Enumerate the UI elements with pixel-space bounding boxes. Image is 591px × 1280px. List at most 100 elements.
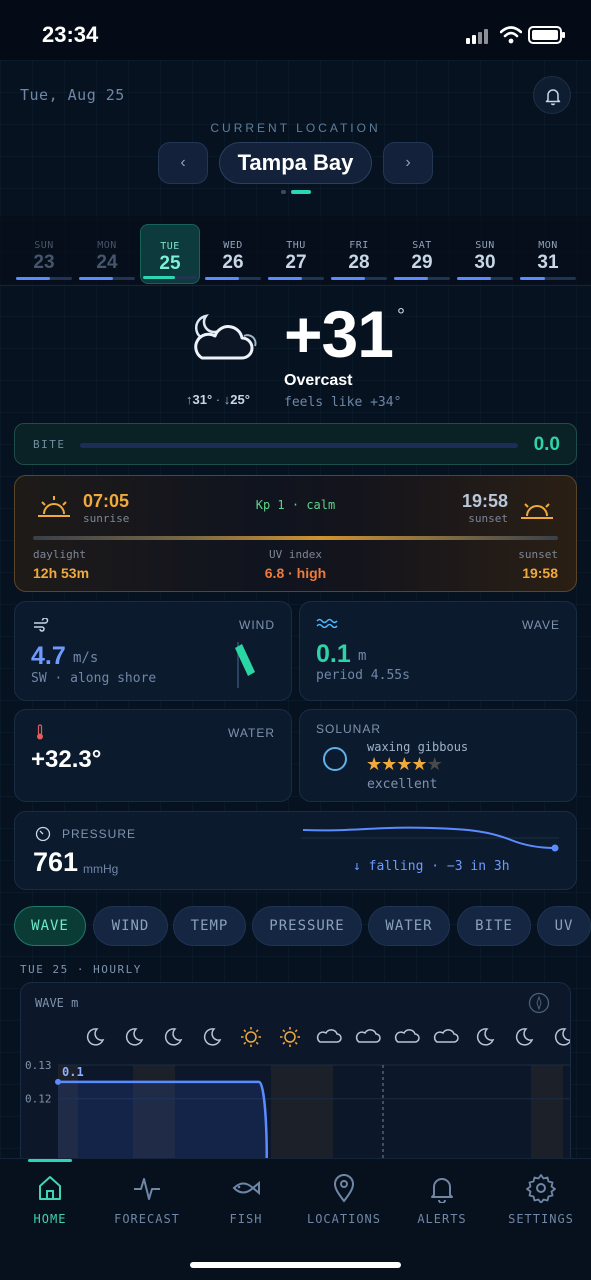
day-number: 29 [411, 252, 433, 273]
star-icon: ★ [366, 754, 382, 774]
sunrise-label: sunrise [83, 512, 130, 525]
moon-icon [203, 1028, 222, 1046]
moon-icon [554, 1028, 570, 1046]
day-of-week: MON [97, 240, 117, 251]
chip-uv[interactable]: UV [537, 906, 591, 946]
location-name[interactable]: Tampa Bay [219, 142, 372, 184]
bite-value: 0.0 [533, 434, 560, 455]
battery-icon [528, 26, 565, 44]
water-card[interactable]: WATER +32.3° [14, 709, 292, 802]
day-score-bar [457, 277, 513, 280]
wind-unit: m/s [73, 650, 99, 666]
data-point [55, 1078, 61, 1085]
day-tab-23[interactable]: SUN 23 [14, 224, 74, 284]
solunar-title: SOLUNAR [316, 722, 382, 736]
nav-locations[interactable]: LOCATIONS [299, 1173, 389, 1226]
page-dot-active [291, 190, 311, 194]
pressure-value: 761 [33, 847, 79, 877]
next-location-button[interactable]: › [383, 142, 433, 184]
chip-wind[interactable]: WIND [93, 906, 168, 946]
day-tab-24[interactable]: MON 24 [77, 224, 137, 284]
notifications-button[interactable] [533, 76, 571, 114]
gear-icon [526, 1174, 556, 1204]
day-number: 24 [96, 252, 118, 273]
day-tab-26[interactable]: WED 26 [203, 224, 263, 284]
day-of-week: SUN [34, 240, 54, 251]
sunset-label: sunset [468, 512, 508, 525]
high-temp: 31° [192, 392, 213, 407]
day-score-bar [16, 277, 72, 280]
y-tick-label: 0.13 [25, 1059, 52, 1072]
chip-temp[interactable]: TEMP [173, 906, 246, 946]
bite-card[interactable]: BITE 0.0 [14, 423, 577, 465]
wave-icon [316, 618, 338, 628]
moon-icon [476, 1028, 495, 1046]
uv-value: 6.8 · high [264, 565, 327, 581]
sunset-icon [521, 503, 553, 519]
chip-bite[interactable]: BITE [457, 906, 531, 946]
location-caption: CURRENT LOCATION [210, 121, 381, 135]
home-indicator [190, 1262, 401, 1268]
day-tab-28[interactable]: FRI 28 [329, 224, 389, 284]
cellular-signal-icon [466, 28, 490, 44]
moon-icon [86, 1028, 105, 1046]
solunar-card[interactable]: SOLUNAR waxing gibbous ★★★★★ excellent [299, 709, 577, 802]
sun-icon [280, 1027, 300, 1047]
chip-pressure[interactable]: PRESSURE [252, 906, 362, 946]
pressure-trend: ↓ falling · −3 in 3h [353, 859, 510, 874]
day-score-bar [79, 277, 135, 280]
day-tab-29[interactable]: SAT 29 [392, 224, 452, 284]
bite-progress-bar [80, 443, 518, 448]
degree-symbol: ° [397, 305, 405, 327]
day-tab-31[interactable]: MON 31 [518, 224, 578, 284]
pressure-title: PRESSURE [62, 827, 137, 841]
nav-alerts[interactable]: ALERTS [397, 1173, 487, 1226]
day-score-bar [331, 277, 387, 280]
separator: · [215, 392, 224, 407]
gauge-icon [35, 826, 51, 842]
day-score-bar [394, 277, 450, 280]
wave-card[interactable]: WAVE 0.1 m period 4.55s [299, 601, 577, 701]
bell-icon [545, 89, 561, 106]
moon-phase: waxing gibbous [367, 740, 469, 754]
day-of-week: TUE [160, 241, 180, 252]
wave-title: WAVE [521, 618, 560, 632]
current-date: Tue, Aug 25 [20, 86, 125, 104]
nav-settings[interactable]: SETTINGS [496, 1173, 586, 1226]
day-number: 26 [222, 252, 244, 273]
day-number: 28 [348, 252, 370, 273]
compass-icon[interactable] [528, 992, 550, 1014]
pressure-card[interactable]: PRESSURE 761 mmHg ↓ falling · −3 in 3h [14, 811, 577, 890]
water-title: WATER [228, 726, 275, 740]
nav-forecast[interactable]: FORECAST [102, 1173, 192, 1226]
chip-wave[interactable]: WAVE [14, 906, 86, 946]
day-selector: SUN 23 MON 24 TUE 25 WED 26 THU 27 FRI 28 SAT 29 SUN 30… [0, 216, 591, 286]
sunset-value-bottom: 19:58 [522, 565, 558, 581]
sun-card[interactable]: 07:05 sunrise Kp 1 · calm 19:58 sunset d… [14, 475, 577, 592]
previous-location-button[interactable]: ‹ [158, 142, 208, 184]
solunar-quality: excellent [367, 777, 438, 792]
day-tab-25[interactable]: TUE 25 [140, 224, 200, 284]
thermometer-icon [37, 724, 43, 740]
day-tab-27[interactable]: THU 27 [266, 224, 326, 284]
day-tab-30[interactable]: SUN 30 [455, 224, 515, 284]
wave-height: 0.1 [316, 640, 351, 668]
star-icon: ★ [426, 754, 443, 774]
cloud-moon-icon [194, 314, 257, 360]
nav-home[interactable]: HOME [5, 1173, 95, 1226]
star-icon: ★ [396, 754, 412, 774]
nav-label: LOCATIONS [306, 1212, 382, 1226]
wind-card[interactable]: WIND 4.7 m/s SW · along shore [14, 601, 292, 701]
nav-fish[interactable]: FISH [201, 1173, 291, 1226]
bite-label: BITE [33, 438, 66, 451]
chip-water[interactable]: WATER [368, 906, 450, 946]
wind-direction: SW · along shore [31, 671, 157, 686]
day-number: 30 [474, 252, 496, 273]
data-label: 0.1 [62, 1065, 84, 1079]
day-of-week: THU [286, 240, 306, 251]
solunar-rating: ★★★★★ [366, 754, 443, 775]
day-of-week: SAT [412, 240, 432, 251]
day-of-week: FRI [349, 240, 369, 251]
day-of-week: SUN [475, 240, 495, 251]
nav-label: FORECAST [114, 1212, 180, 1226]
